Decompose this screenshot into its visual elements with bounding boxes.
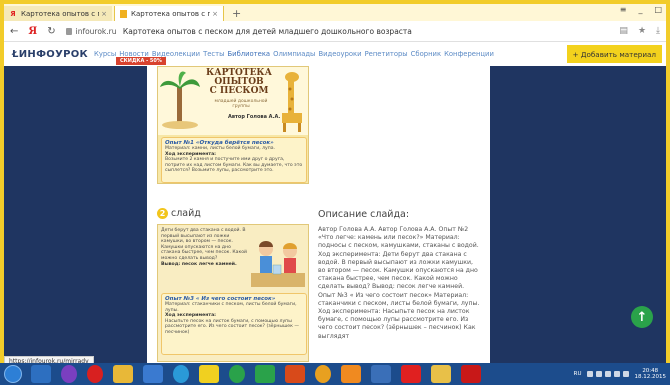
taskbar-app-icon[interactable] [255, 365, 275, 383]
add-material-button[interactable]: + Добавить материал [566, 45, 662, 63]
tray-icon[interactable] [604, 371, 611, 377]
network-icon[interactable] [613, 371, 620, 377]
children-illustration-icon [251, 241, 305, 287]
taskbar-app-icon[interactable] [173, 365, 189, 383]
clock-date: 18.12.2015 [634, 374, 667, 380]
nav-link-olympiads[interactable]: Олимпиады [273, 50, 315, 58]
slide-2-paragraph: Дети берут два стакана с водой. В первый… [161, 228, 247, 267]
new-tab-button[interactable]: + [226, 6, 247, 21]
nav-link-library[interactable]: Библиотека [227, 50, 270, 58]
download-icon[interactable]: ⤓ [656, 26, 660, 36]
menu-icon[interactable]: ≡ [620, 5, 627, 14]
taskbar-app-icon[interactable] [61, 365, 77, 383]
volume-icon[interactable] [622, 371, 629, 377]
tab-bar: Я Картотека опытов с песко × Картотека о… [4, 4, 666, 21]
tab-title: Картотека опытов с песко [21, 9, 99, 18]
nav-link-courses[interactable]: Курсы [94, 50, 116, 58]
tab-inactive[interactable]: Я Картотека опытов с песко × [4, 6, 112, 21]
slide-2-heading: 2 слайд [157, 208, 201, 219]
taskbar-app-icon[interactable] [229, 365, 245, 383]
tab-title: Картотека опытов с пес [131, 9, 211, 18]
palm-tree-icon [160, 71, 200, 129]
url-field[interactable]: infourok.ru Картотека опытов с песком дл… [76, 27, 412, 36]
nav-link-collection[interactable]: Сборник [411, 50, 441, 58]
slide-number-badge: 2 [157, 208, 168, 219]
nav-link-tutors[interactable]: Репетиторы [365, 50, 408, 58]
taskbar-app-icon[interactable] [285, 365, 305, 383]
clock[interactable]: 20:48 18.12.2015 [635, 368, 667, 380]
nav-link-videolessons[interactable]: Видеоуроки [318, 50, 361, 58]
opera-icon[interactable] [87, 365, 103, 383]
card-title: КАРТОТЕКА ОПЫТОВ С ПЕСКОМ [200, 69, 278, 96]
slide-1-image[interactable]: КАРТОТЕКА ОПЫТОВ С ПЕСКОМ младшей дошкол… [157, 66, 309, 184]
card-author: Автор Голова А.А. [228, 114, 281, 120]
slide-2-image[interactable]: Дети берут два стакана с водой. В первый… [157, 224, 309, 362]
page-icon [120, 9, 127, 18]
address-actions: ▤ ★ ⤓ [619, 26, 660, 36]
reload-icon[interactable]: ↻ [47, 26, 55, 37]
taskbar-app-icon[interactable] [341, 365, 361, 383]
promo-badge[interactable]: СКИДКА - 50% [116, 57, 166, 65]
folder-icon[interactable] [113, 365, 133, 383]
experiment-material: Материал: стаканчики с песком, листы бел… [165, 302, 297, 313]
card-title-line: С ПЕСКОМ [209, 86, 269, 96]
taskbar-app-icon[interactable] [31, 365, 51, 383]
slide-2-text: Дети берут два стакана с водой. В первый… [161, 228, 248, 261]
card-subtitle: младшей дошкольной группы [214, 99, 268, 109]
taskbar-app-icon[interactable] [431, 365, 451, 383]
taskbar-app-icon[interactable] [143, 365, 163, 383]
taskbar-app-icon[interactable] [199, 365, 219, 383]
giraffe-icon [282, 72, 302, 132]
vk-icon[interactable] [371, 365, 391, 383]
window-controls: ≡ _ □ [620, 5, 662, 14]
url-host: infourok.ru [75, 26, 117, 36]
maximize-button[interactable]: □ [654, 5, 662, 14]
tray-icon[interactable] [595, 371, 602, 377]
conclusion-text: Вывод: песок легче камней. [161, 261, 237, 267]
language-indicator[interactable]: RU [574, 371, 582, 377]
progress-label-text: Ход эксперимента: [165, 313, 217, 319]
slide-2-textbox: Опыт №3 « Из чего состоит песок» Материа… [161, 293, 307, 355]
tab-active[interactable]: Картотека опытов с пес × [114, 6, 224, 21]
experiment-text: Насыпьте песок на листок бумаги, с помощ… [165, 318, 299, 335]
description-text: Автор Голова А.А. Автор Голова А.А. Опыт… [318, 226, 480, 340]
close-icon[interactable]: × [212, 10, 218, 18]
nav-link-conferences[interactable]: Конференции [444, 50, 494, 58]
site-logo[interactable]: ŁИНФОУРОК [12, 49, 88, 60]
slide-label: слайд [171, 208, 201, 219]
star-icon[interactable]: ★ [638, 26, 646, 36]
yandex-browser-icon[interactable] [401, 365, 421, 383]
taskbar: RU 20:48 18.12.2015 [0, 363, 670, 385]
progress-label-text: Ход эксперимента: [165, 151, 217, 157]
address-bar: ← Я ↻ infourok.ru Картотека опытов с пес… [4, 21, 666, 42]
pdf-icon[interactable] [461, 365, 481, 383]
experiment-text: Возьмите 2 камня и постучите ими друг о … [165, 157, 303, 174]
slide-2-conclusion: Вывод: песок легче камней. [161, 262, 247, 268]
scroll-to-top-button[interactable]: ↑ [631, 306, 653, 328]
logo-mark-icon: Ł [12, 48, 19, 60]
system-tray: RU 20:48 18.12.2015 [574, 368, 670, 380]
url-title: Картотека опытов с песком для детей млад… [122, 26, 412, 36]
nav-link-tests[interactable]: Тесты [203, 50, 224, 58]
minimize-button[interactable]: _ [638, 5, 642, 14]
yandex-home-icon[interactable]: Я [28, 26, 37, 37]
close-icon[interactable]: × [101, 10, 107, 18]
lock-icon [65, 27, 72, 35]
slide-1-textbox: Опыт №1 «Откуда берётся песок» Материал:… [161, 137, 307, 183]
start-button[interactable] [4, 365, 22, 383]
yandex-icon: Я [10, 9, 16, 18]
description-title: Описание слайда: [318, 209, 410, 220]
site-header: ŁИНФОУРОК Курсы Новости Видеолекции Тест… [4, 42, 666, 66]
tray-icon[interactable] [586, 371, 593, 377]
reader-icon[interactable]: ▤ [619, 26, 628, 36]
chrome-icon[interactable] [315, 365, 331, 383]
logo-text: ИНФОУРОК [18, 48, 89, 60]
back-icon[interactable]: ← [10, 26, 18, 37]
